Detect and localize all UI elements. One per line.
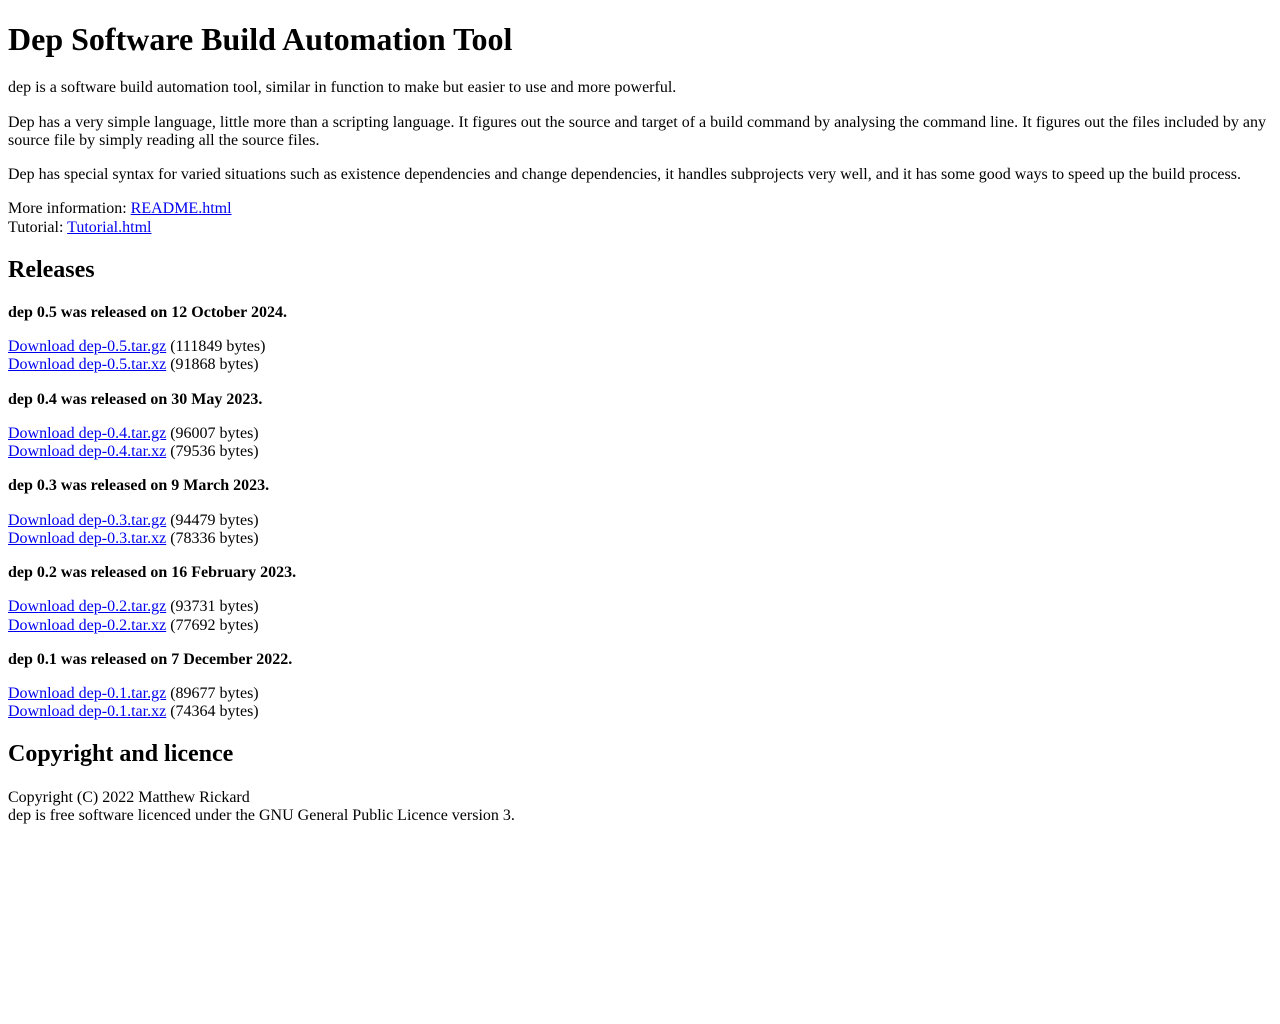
release-downloads: Download dep-0.4.tar.gz (96007 bytes) Do… [8, 425, 1272, 461]
download-link[interactable]: Download dep-0.3.tar.xz [8, 530, 166, 547]
download-size: (78336 bytes) [170, 529, 259, 547]
download-size: (93731 bytes) [170, 598, 259, 616]
download-link[interactable]: Download dep-0.2.tar.xz [8, 617, 166, 634]
download-size: (74364 bytes) [170, 703, 259, 721]
page-title: Dep Software Build Automation Tool [8, 21, 513, 58]
release-announcement: dep 0.1 was released on 7 December 2022. [8, 651, 1272, 669]
release-announcement-text: dep 0.3 was released on 9 March 2023. [8, 477, 270, 495]
release-announcement-text: dep 0.1 was released on 7 December 2022. [8, 650, 293, 668]
copyright-heading: Copyright and licence [8, 741, 234, 768]
download-size: (94479 bytes) [170, 511, 259, 529]
download-link[interactable]: Download dep-0.5.tar.gz [8, 338, 166, 355]
release-announcement-text: dep 0.2 was released on 16 February 2023… [8, 564, 297, 582]
download-link[interactable]: Download dep-0.2.tar.gz [8, 598, 166, 615]
download-link[interactable]: Download dep-0.4.tar.gz [8, 425, 166, 442]
intro-paragraph-3: Dep has special syntax for varied situat… [8, 166, 1241, 184]
download-link[interactable]: Download dep-0.5.tar.xz [8, 356, 166, 373]
release-announcement: dep 0.3 was released on 9 March 2023. [8, 477, 1272, 495]
copyright-text: Copyright (C) 2022 Matthew Rickard dep i… [8, 789, 1272, 825]
download-size: (79536 bytes) [170, 443, 259, 461]
page-body: { "page": { "title": "Dep Software Build… [8, 21, 1272, 826]
tutorial-label: Tutorial: [8, 218, 64, 236]
release-announcement-text: dep 0.4 was released on 30 May 2023. [8, 390, 263, 408]
tutorial-link[interactable]: Tutorial.html [67, 219, 151, 236]
download-size: (91868 bytes) [170, 356, 259, 374]
intro-paragraph-1: dep is a software build automation tool,… [8, 79, 677, 97]
readme-link[interactable]: README.html [131, 200, 232, 217]
release-announcement: dep 0.5 was released on 12 October 2024. [8, 304, 1272, 322]
resource-links: More information: README.html Tutorial: … [8, 200, 1272, 236]
copyright-line-1: Copyright (C) 2022 Matthew Rickard [8, 788, 250, 806]
releases-heading: Releases [8, 256, 95, 283]
release-downloads: Download dep-0.1.tar.gz (89677 bytes) Do… [8, 685, 1272, 721]
release-downloads: Download dep-0.3.tar.gz (94479 bytes) Do… [8, 512, 1272, 548]
more-information-label: More information: [8, 200, 127, 218]
download-size: (96007 bytes) [170, 424, 259, 442]
release-downloads: Download dep-0.5.tar.gz (111849 bytes) D… [8, 338, 1272, 374]
download-size: (89677 bytes) [170, 684, 259, 702]
releases-list: dep 0.5 was released on 12 October 2024.… [8, 304, 1272, 722]
intro-paragraph-2: Dep has a very simple language, little m… [8, 113, 1267, 149]
download-link[interactable]: Download dep-0.1.tar.xz [8, 703, 166, 720]
release-announcement-text: dep 0.5 was released on 12 October 2024. [8, 303, 287, 321]
release-announcement: dep 0.4 was released on 30 May 2023. [8, 391, 1272, 409]
download-link[interactable]: Download dep-0.4.tar.xz [8, 443, 166, 460]
copyright-line-2: dep is free software licenced under the … [8, 806, 515, 824]
release-announcement: dep 0.2 was released on 16 February 2023… [8, 564, 1272, 582]
download-size: (77692 bytes) [170, 616, 259, 634]
download-link[interactable]: Download dep-0.3.tar.gz [8, 512, 166, 529]
download-link[interactable]: Download dep-0.1.tar.gz [8, 685, 166, 702]
download-size: (111849 bytes) [170, 338, 266, 356]
release-downloads: Download dep-0.2.tar.gz (93731 bytes) Do… [8, 598, 1272, 634]
